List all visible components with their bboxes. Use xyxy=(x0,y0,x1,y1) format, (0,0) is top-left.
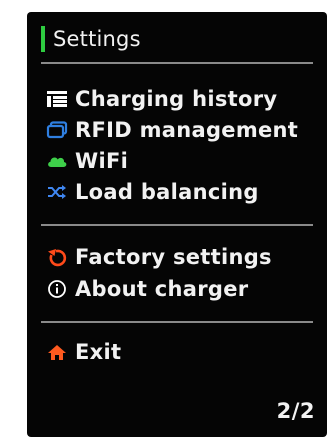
info-icon xyxy=(45,278,69,300)
home-icon xyxy=(45,341,69,363)
page-title: Settings xyxy=(53,27,141,51)
menu-item-label: Exit xyxy=(75,340,122,364)
menu-item-factory-settings[interactable]: Factory settings xyxy=(45,242,272,272)
menu-item-about-charger[interactable]: About charger xyxy=(45,274,248,304)
menu-item-rfid-management[interactable]: RFID management xyxy=(45,115,298,145)
menu-item-label: Factory settings xyxy=(75,245,272,269)
rfid-card-icon xyxy=(45,119,69,141)
menu-item-label: About charger xyxy=(75,277,249,301)
settings-screen: Settings Charging history RFID managemen… xyxy=(27,12,327,437)
header: Settings xyxy=(41,24,141,54)
menu-item-charging-history[interactable]: Charging history xyxy=(45,84,277,114)
menu-item-label: RFID management xyxy=(75,118,299,142)
menu-item-wifi[interactable]: WiFi xyxy=(45,146,128,176)
menu-item-load-balancing[interactable]: Load balancing xyxy=(45,177,259,207)
cloud-icon xyxy=(45,150,69,172)
menu-item-label: Load balancing xyxy=(75,180,259,204)
divider-top xyxy=(41,62,313,64)
device-frame: Settings Charging history RFID managemen… xyxy=(0,0,332,439)
reset-icon xyxy=(45,246,69,268)
divider-middle xyxy=(41,224,313,226)
menu-item-label: WiFi xyxy=(75,149,129,173)
divider-bottom xyxy=(41,321,313,323)
page-indicator: 2/2 xyxy=(276,399,315,423)
menu-item-exit[interactable]: Exit xyxy=(45,337,121,367)
header-accent-bar xyxy=(41,26,45,52)
menu-item-label: Charging history xyxy=(75,87,278,111)
history-list-icon xyxy=(45,88,69,110)
shuffle-icon xyxy=(45,181,69,203)
